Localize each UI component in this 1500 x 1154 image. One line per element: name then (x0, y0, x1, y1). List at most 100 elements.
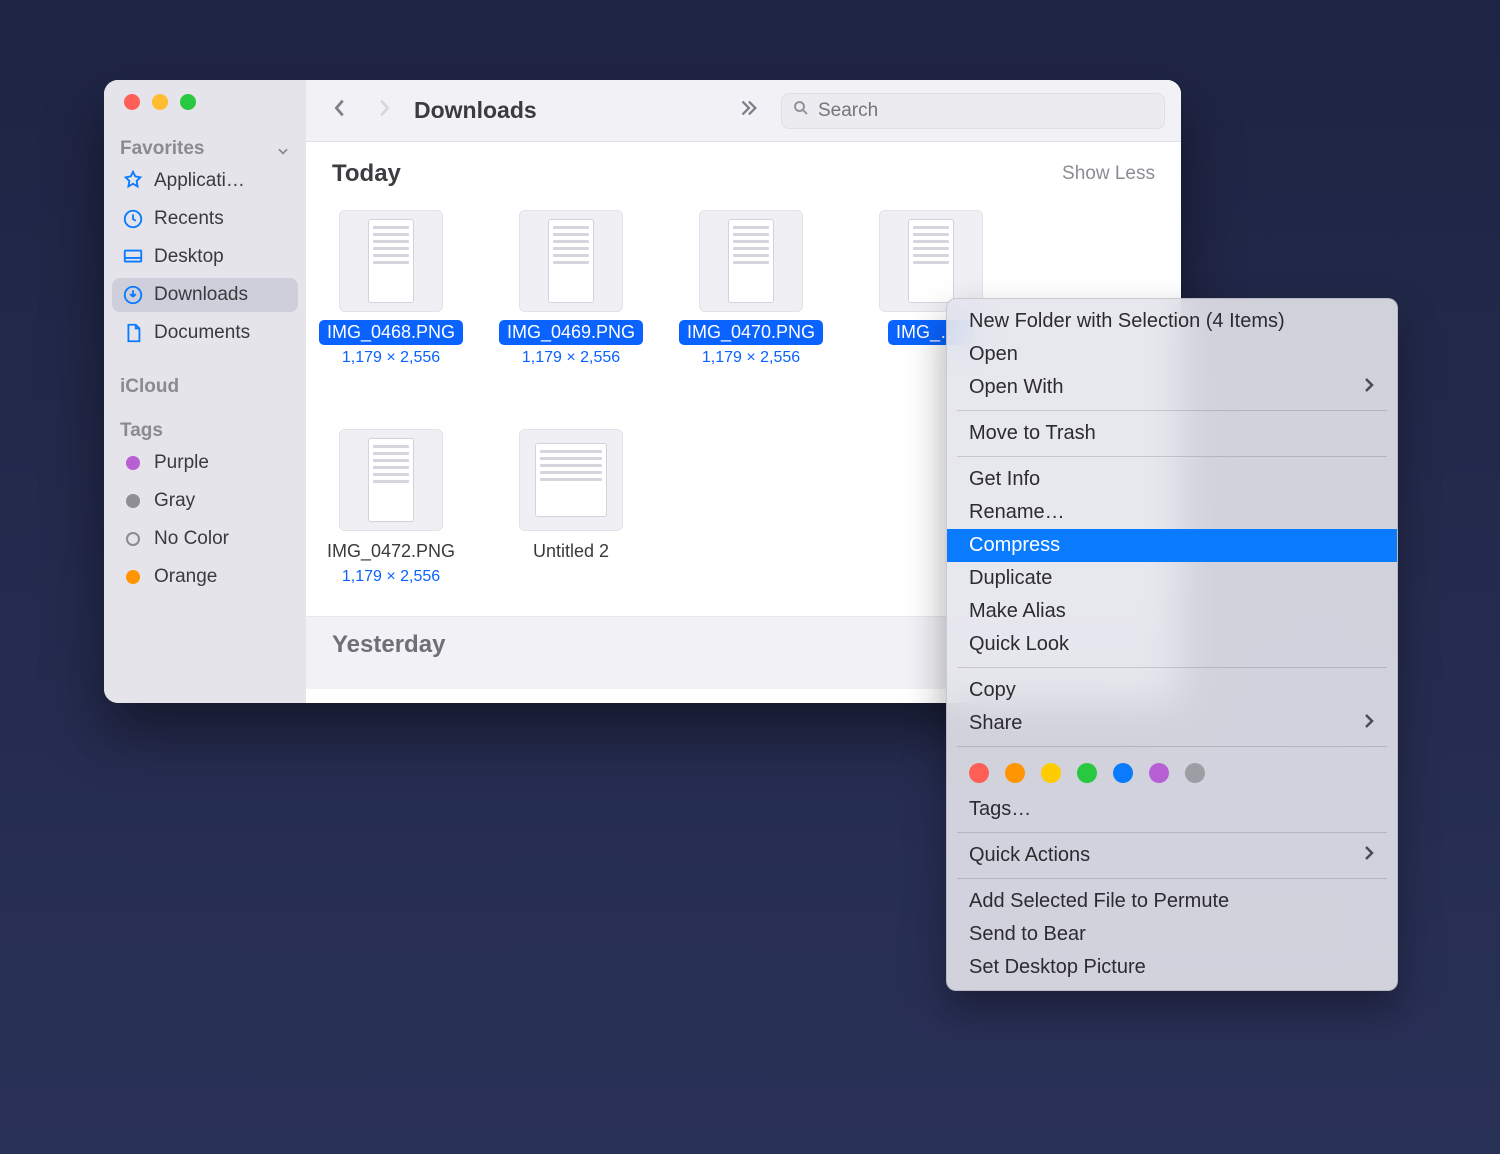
file-item[interactable]: IMG_0472.PNG 1,179 × 2,556 (332, 429, 450, 586)
show-less-button[interactable]: Show Less (1062, 163, 1155, 185)
sidebar-tag-orange[interactable]: Orange (112, 560, 298, 594)
file-thumbnail (519, 429, 623, 531)
file-name: IMG_0470.PNG (679, 320, 823, 345)
tag-color-gray[interactable] (1185, 763, 1205, 783)
menu-item-label: Quick Actions (969, 844, 1090, 867)
sidebar-item-downloads[interactable]: Downloads (112, 278, 298, 312)
sidebar: Favorites Applicati… Recents Desktop (104, 80, 306, 703)
sidebar-item-label: Recents (154, 208, 224, 230)
tag-color-yellow[interactable] (1041, 763, 1061, 783)
tag-color-purple[interactable] (1149, 763, 1169, 783)
menu-item-quick-look[interactable]: Quick Look (947, 628, 1397, 661)
file-item[interactable]: IMG_0469.PNG 1,179 × 2,556 (512, 210, 630, 367)
file-dimensions: 1,179 × 2,556 (342, 568, 440, 586)
menu-item-label: Open (969, 343, 1018, 366)
menu-separator (957, 878, 1387, 879)
menu-item-label: Set Desktop Picture (969, 956, 1146, 979)
menu-item-label: New Folder with Selection (4 Items) (969, 310, 1285, 333)
file-item[interactable]: Untitled 2 (512, 429, 630, 586)
menu-item-make-alias[interactable]: Make Alias (947, 595, 1397, 628)
menu-item-copy[interactable]: Copy (947, 674, 1397, 707)
menu-item-label: Duplicate (969, 567, 1052, 590)
menu-item-label: Share (969, 712, 1022, 735)
menu-item-open-with[interactable]: Open With (947, 371, 1397, 404)
file-item[interactable]: IMG_0468.PNG 1,179 × 2,556 (332, 210, 450, 367)
sidebar-item-applications[interactable]: Applicati… (112, 164, 298, 198)
menu-item-rename[interactable]: Rename… (947, 496, 1397, 529)
sidebar-item-label: Orange (154, 566, 217, 588)
menu-separator (957, 456, 1387, 457)
menu-item-label: Add Selected File to Permute (969, 890, 1229, 913)
file-thumbnail (879, 210, 983, 312)
menu-item-get-info[interactable]: Get Info (947, 463, 1397, 496)
sidebar-section-tags[interactable]: Tags (104, 414, 306, 444)
forward-button[interactable] (376, 97, 392, 124)
sidebar-tag-gray[interactable]: Gray (112, 484, 298, 518)
menu-item-label: Open With (969, 376, 1063, 399)
sidebar-item-label: Purple (154, 452, 209, 474)
file-thumbnail (519, 210, 623, 312)
menu-item-label: Send to Bear (969, 923, 1086, 946)
sidebar-tag-purple[interactable]: Purple (112, 446, 298, 480)
menu-item-label: Get Info (969, 468, 1040, 491)
menu-item-set-desktop[interactable]: Set Desktop Picture (947, 951, 1397, 984)
sidebar-item-documents[interactable]: Documents (112, 316, 298, 350)
window-title: Downloads (414, 97, 537, 124)
menu-item-label: Rename… (969, 501, 1065, 524)
window-controls (104, 94, 306, 132)
applications-icon (122, 170, 144, 192)
minimize-window-button[interactable] (152, 94, 168, 110)
search-field[interactable] (781, 93, 1165, 129)
menu-item-move-to-trash[interactable]: Move to Trash (947, 417, 1397, 450)
file-dimensions: 1,179 × 2,556 (342, 349, 440, 367)
menu-item-tags[interactable]: Tags… (947, 793, 1397, 826)
file-name: IMG_0472.PNG (319, 539, 463, 564)
menu-item-compress[interactable]: Compress (947, 529, 1397, 562)
close-window-button[interactable] (124, 94, 140, 110)
search-input[interactable] (818, 100, 1154, 122)
context-menu: New Folder with Selection (4 Items) Open… (946, 298, 1398, 991)
tag-color-blue[interactable] (1113, 763, 1133, 783)
zoom-window-button[interactable] (180, 94, 196, 110)
toolbar: Downloads (306, 80, 1181, 142)
sidebar-section-favorites[interactable]: Favorites (104, 132, 306, 162)
group-header-today: Today Show Less (306, 142, 1181, 188)
menu-item-duplicate[interactable]: Duplicate (947, 562, 1397, 595)
menu-item-new-folder[interactable]: New Folder with Selection (4 Items) (947, 305, 1397, 338)
sidebar-item-desktop[interactable]: Desktop (112, 240, 298, 274)
menu-separator (957, 746, 1387, 747)
menu-separator (957, 410, 1387, 411)
documents-icon (122, 322, 144, 344)
clock-icon (122, 208, 144, 230)
tags-label: Tags (120, 420, 163, 442)
menu-item-open[interactable]: Open (947, 338, 1397, 371)
menu-item-share[interactable]: Share (947, 707, 1397, 740)
menu-item-label: Copy (969, 679, 1016, 702)
menu-item-label: Move to Trash (969, 422, 1096, 445)
menu-item-send-bear[interactable]: Send to Bear (947, 918, 1397, 951)
back-button[interactable] (332, 97, 348, 124)
sidebar-tag-no-color[interactable]: No Color (112, 522, 298, 556)
sidebar-item-label: Desktop (154, 246, 224, 268)
sidebar-item-label: No Color (154, 528, 229, 550)
sidebar-section-icloud[interactable]: iCloud (104, 370, 306, 400)
tag-color-green[interactable] (1077, 763, 1097, 783)
menu-tag-colors (947, 753, 1397, 793)
favorites-label: Favorites (120, 138, 204, 160)
file-dimensions: 1,179 × 2,556 (522, 349, 620, 367)
file-item[interactable]: IMG_0470.PNG 1,179 × 2,556 (692, 210, 810, 367)
tag-color-orange[interactable] (1005, 763, 1025, 783)
toolbar-overflow-button[interactable] (737, 97, 759, 124)
tag-dot-icon (126, 532, 140, 546)
menu-separator (957, 832, 1387, 833)
tag-dot-icon (126, 494, 140, 508)
tag-color-red[interactable] (969, 763, 989, 783)
sidebar-item-label: Gray (154, 490, 195, 512)
menu-item-add-permute[interactable]: Add Selected File to Permute (947, 885, 1397, 918)
sidebar-item-recents[interactable]: Recents (112, 202, 298, 236)
menu-item-quick-actions[interactable]: Quick Actions (947, 839, 1397, 872)
chevron-down-icon (276, 142, 290, 156)
menu-separator (957, 667, 1387, 668)
menu-item-label: Compress (969, 534, 1060, 557)
group-label: Yesterday (332, 631, 445, 658)
